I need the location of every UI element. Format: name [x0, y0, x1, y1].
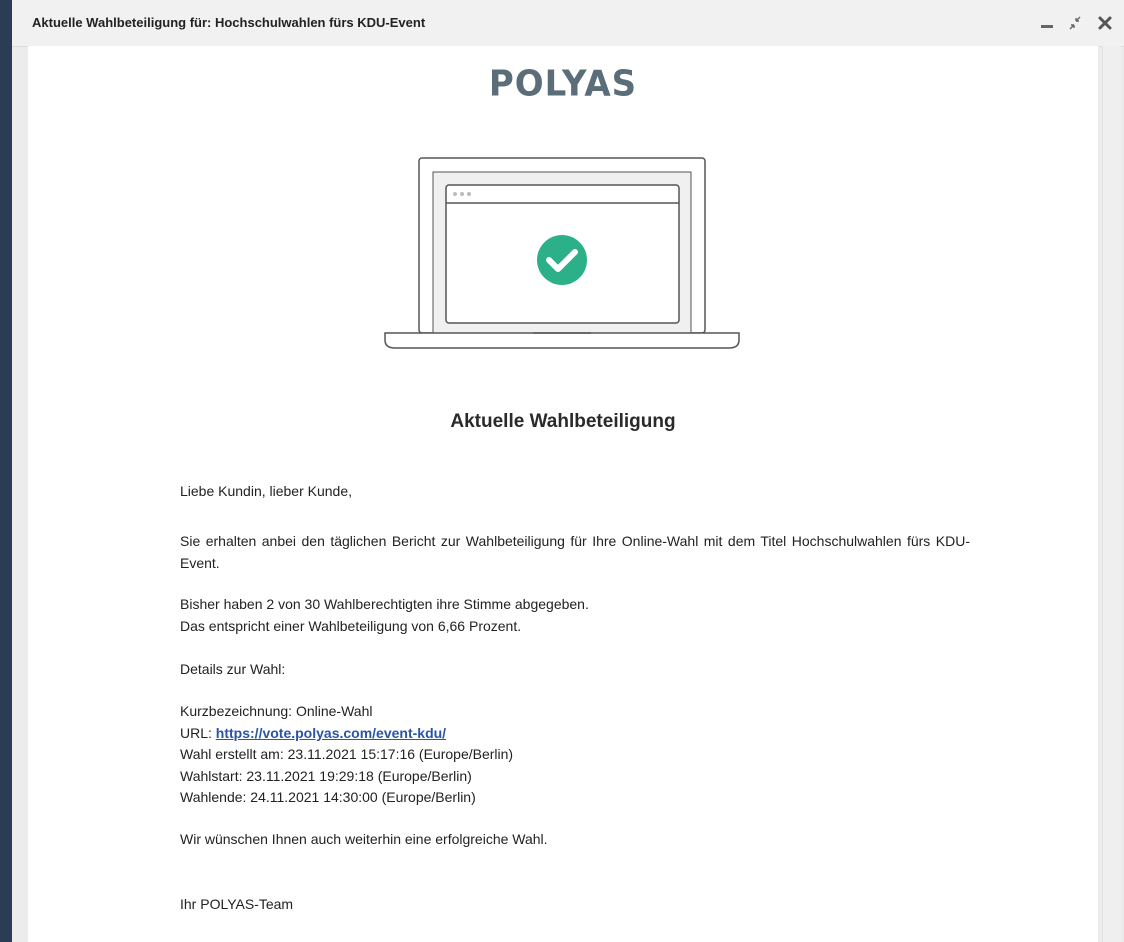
polyas-logo: POLYAS	[488, 63, 638, 105]
detail-start: Wahlstart: 23.11.2021 19:29:18 (Europe/B…	[180, 768, 472, 784]
details-heading: Details zur Wahl:	[180, 661, 286, 677]
vertical-scrollbar[interactable]	[1102, 46, 1121, 942]
email-content: POLYAS Aktuelle Wahlbeteiligung Liebe Ku…	[28, 46, 1098, 942]
detail-short-name: Kurzbezeichnung: Online-Wahl	[180, 703, 373, 719]
detail-created: Wahl erstellt am: 23.11.2021 15:17:16 (E…	[180, 746, 514, 762]
election-url-link[interactable]: https://vote.polyas.com/event-kdu/	[216, 725, 446, 741]
window-title: Aktuelle Wahlbeteiligung für: Hochschulw…	[32, 15, 426, 30]
detail-url-row: URL: https://vote.polyas.com/event-kdu/	[180, 722, 970, 744]
detail-end: Wahlende: 24.11.2021 14:30:00 (Europe/Be…	[180, 789, 476, 805]
closing-line: Wir wünschen Ihnen auch weiterhin eine e…	[180, 831, 548, 847]
window-titlebar: Aktuelle Wahlbeteiligung für: Hochschulw…	[12, 0, 1124, 47]
minimize-icon[interactable]	[1036, 12, 1058, 34]
stats-line-2: Das entspricht einer Wahlbeteiligung von…	[180, 618, 522, 634]
laptop-with-checkmark-icon	[383, 156, 743, 356]
intro-paragraph: Sie erhalten anbei den täglichen Bericht…	[180, 533, 970, 571]
detail-url-label: URL:	[180, 725, 216, 741]
email-window: Aktuelle Wahlbeteiligung für: Hochschulw…	[12, 0, 1124, 942]
close-icon[interactable]	[1094, 12, 1116, 34]
shrink-icon[interactable]	[1064, 12, 1086, 34]
stats-line-1: Bisher haben 2 von 30 Wahlberechtigten i…	[180, 596, 589, 612]
signature: Ihr POLYAS-Team	[180, 896, 294, 912]
email-heading: Aktuelle Wahlbeteiligung	[450, 411, 676, 432]
greeting: Liebe Kundin, lieber Kunde,	[180, 483, 353, 499]
